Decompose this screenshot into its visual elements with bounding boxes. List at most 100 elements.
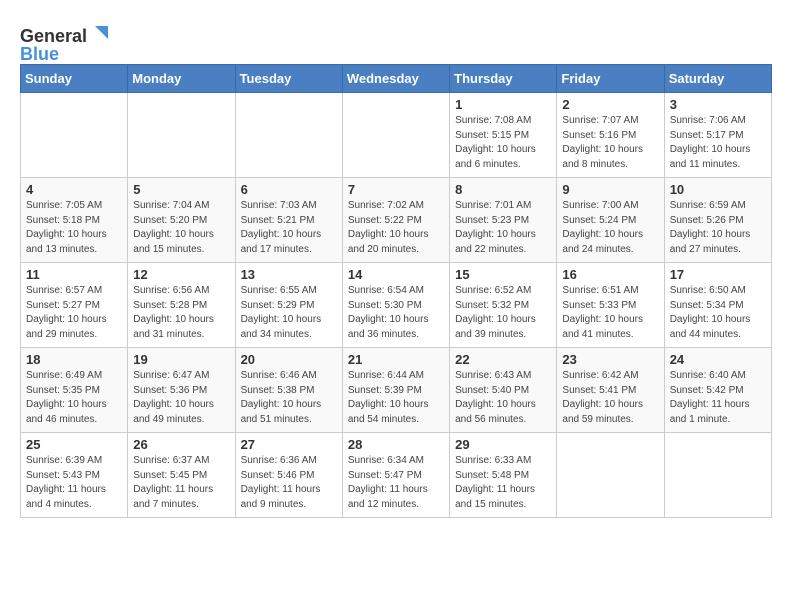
- calendar-cell: [342, 93, 449, 178]
- calendar-cell: 1 Sunrise: 7:08 AM Sunset: 5:15 PM Daylig…: [450, 93, 557, 178]
- day-number: 4: [26, 182, 122, 197]
- calendar-cell: 19 Sunrise: 6:47 AM Sunset: 5:36 PM Dayli…: [128, 348, 235, 433]
- calendar-cell: 16 Sunrise: 6:51 AM Sunset: 5:33 PM Dayli…: [557, 263, 664, 348]
- header-day-friday: Friday: [557, 65, 664, 93]
- calendar-cell: 3 Sunrise: 7:06 AM Sunset: 5:17 PM Daylig…: [664, 93, 771, 178]
- day-info: Sunrise: 6:37 AM Sunset: 5:45 PM Dayligh…: [133, 454, 229, 512]
- day-number: 25: [26, 437, 122, 452]
- day-number: 8: [455, 182, 551, 197]
- calendar-cell: [128, 93, 235, 178]
- day-number: 2: [562, 97, 658, 112]
- day-number: 21: [348, 352, 444, 367]
- header-day-monday: Monday: [128, 65, 235, 93]
- day-info: Sunrise: 6:51 AM Sunset: 5:33 PM Dayligh…: [562, 284, 658, 342]
- day-info: Sunrise: 6:52 AM Sunset: 5:32 PM Dayligh…: [455, 284, 551, 342]
- day-info: Sunrise: 6:42 AM Sunset: 5:41 PM Dayligh…: [562, 369, 658, 427]
- day-info: Sunrise: 6:44 AM Sunset: 5:39 PM Dayligh…: [348, 369, 444, 427]
- header-day-saturday: Saturday: [664, 65, 771, 93]
- day-info: Sunrise: 6:40 AM Sunset: 5:42 PM Dayligh…: [670, 369, 766, 427]
- day-info: Sunrise: 6:55 AM Sunset: 5:29 PM Dayligh…: [241, 284, 337, 342]
- day-info: Sunrise: 7:06 AM Sunset: 5:17 PM Dayligh…: [670, 114, 766, 172]
- day-info: Sunrise: 6:57 AM Sunset: 5:27 PM Dayligh…: [26, 284, 122, 342]
- calendar-cell: 7 Sunrise: 7:02 AM Sunset: 5:22 PM Daylig…: [342, 178, 449, 263]
- calendar-cell: 25 Sunrise: 6:39 AM Sunset: 5:43 PM Dayli…: [21, 433, 128, 518]
- calendar-cell: 27 Sunrise: 6:36 AM Sunset: 5:46 PM Dayli…: [235, 433, 342, 518]
- calendar-cell: 9 Sunrise: 7:00 AM Sunset: 5:24 PM Daylig…: [557, 178, 664, 263]
- day-number: 7: [348, 182, 444, 197]
- day-info: Sunrise: 7:04 AM Sunset: 5:20 PM Dayligh…: [133, 199, 229, 257]
- calendar-cell: 15 Sunrise: 6:52 AM Sunset: 5:32 PM Dayli…: [450, 263, 557, 348]
- calendar-cell: 26 Sunrise: 6:37 AM Sunset: 5:45 PM Dayli…: [128, 433, 235, 518]
- logo: GeneralBlue: [20, 24, 110, 64]
- day-number: 5: [133, 182, 229, 197]
- day-info: Sunrise: 6:47 AM Sunset: 5:36 PM Dayligh…: [133, 369, 229, 427]
- day-info: Sunrise: 6:59 AM Sunset: 5:26 PM Dayligh…: [670, 199, 766, 257]
- day-number: 18: [26, 352, 122, 367]
- day-number: 16: [562, 267, 658, 282]
- calendar-cell: 21 Sunrise: 6:44 AM Sunset: 5:39 PM Dayli…: [342, 348, 449, 433]
- calendar-cell: 17Sunrise: 6:50 AM Sunset: 5:34 PM Dayli…: [664, 263, 771, 348]
- day-number: 11: [26, 267, 122, 282]
- calendar-cell: 2 Sunrise: 7:07 AM Sunset: 5:16 PM Daylig…: [557, 93, 664, 178]
- day-number: 6: [241, 182, 337, 197]
- day-number: 14: [348, 267, 444, 282]
- calendar-cell: 6 Sunrise: 7:03 AM Sunset: 5:21 PM Daylig…: [235, 178, 342, 263]
- calendar-cell: 4 Sunrise: 7:05 AM Sunset: 5:18 PM Daylig…: [21, 178, 128, 263]
- svg-text:General: General: [20, 26, 87, 46]
- calendar-cell: 24 Sunrise: 6:40 AM Sunset: 5:42 PM Dayli…: [664, 348, 771, 433]
- day-info: Sunrise: 6:43 AM Sunset: 5:40 PM Dayligh…: [455, 369, 551, 427]
- day-number: 19: [133, 352, 229, 367]
- calendar-cell: 28 Sunrise: 6:34 AM Sunset: 5:47 PM Dayli…: [342, 433, 449, 518]
- day-info: Sunrise: 7:08 AM Sunset: 5:15 PM Dayligh…: [455, 114, 551, 172]
- day-info: Sunrise: 7:01 AM Sunset: 5:23 PM Dayligh…: [455, 199, 551, 257]
- day-number: 15: [455, 267, 551, 282]
- calendar-cell: 10Sunrise: 6:59 AM Sunset: 5:26 PM Dayli…: [664, 178, 771, 263]
- page-header: GeneralBlue: [20, 24, 772, 64]
- day-number: 27: [241, 437, 337, 452]
- calendar-cell: 29Sunrise: 6:33 AM Sunset: 5:48 PM Dayli…: [450, 433, 557, 518]
- header-day-wednesday: Wednesday: [342, 65, 449, 93]
- calendar-week-row: 4 Sunrise: 7:05 AM Sunset: 5:18 PM Daylig…: [21, 178, 772, 263]
- calendar-cell: [664, 433, 771, 518]
- day-number: 28: [348, 437, 444, 452]
- calendar-cell: 11 Sunrise: 6:57 AM Sunset: 5:27 PM Dayli…: [21, 263, 128, 348]
- day-info: Sunrise: 6:54 AM Sunset: 5:30 PM Dayligh…: [348, 284, 444, 342]
- logo-icon: GeneralBlue: [20, 24, 110, 64]
- calendar-cell: 8 Sunrise: 7:01 AM Sunset: 5:23 PM Daylig…: [450, 178, 557, 263]
- day-info: Sunrise: 7:05 AM Sunset: 5:18 PM Dayligh…: [26, 199, 122, 257]
- calendar-cell: [235, 93, 342, 178]
- calendar-week-row: 25 Sunrise: 6:39 AM Sunset: 5:43 PM Dayli…: [21, 433, 772, 518]
- day-number: 20: [241, 352, 337, 367]
- day-number: 9: [562, 182, 658, 197]
- day-number: 12: [133, 267, 229, 282]
- calendar-cell: 23 Sunrise: 6:42 AM Sunset: 5:41 PM Dayli…: [557, 348, 664, 433]
- day-info: Sunrise: 7:00 AM Sunset: 5:24 PM Dayligh…: [562, 199, 658, 257]
- header-day-tuesday: Tuesday: [235, 65, 342, 93]
- svg-text:Blue: Blue: [20, 44, 59, 64]
- calendar-cell: 14 Sunrise: 6:54 AM Sunset: 5:30 PM Dayli…: [342, 263, 449, 348]
- day-info: Sunrise: 7:03 AM Sunset: 5:21 PM Dayligh…: [241, 199, 337, 257]
- calendar-table: SundayMondayTuesdayWednesdayThursdayFrid…: [20, 64, 772, 518]
- day-number: 29: [455, 437, 551, 452]
- day-info: Sunrise: 6:49 AM Sunset: 5:35 PM Dayligh…: [26, 369, 122, 427]
- calendar-week-row: 1 Sunrise: 7:08 AM Sunset: 5:15 PM Daylig…: [21, 93, 772, 178]
- day-number: 13: [241, 267, 337, 282]
- day-number: 22: [455, 352, 551, 367]
- day-info: Sunrise: 6:46 AM Sunset: 5:38 PM Dayligh…: [241, 369, 337, 427]
- day-number: 24: [670, 352, 766, 367]
- calendar-cell: 13 Sunrise: 6:55 AM Sunset: 5:29 PM Dayli…: [235, 263, 342, 348]
- calendar-header-row: SundayMondayTuesdayWednesdayThursdayFrid…: [21, 65, 772, 93]
- day-info: Sunrise: 6:39 AM Sunset: 5:43 PM Dayligh…: [26, 454, 122, 512]
- day-info: Sunrise: 6:50 AM Sunset: 5:34 PM Dayligh…: [670, 284, 766, 342]
- header-day-thursday: Thursday: [450, 65, 557, 93]
- day-number: 1: [455, 97, 551, 112]
- day-info: Sunrise: 7:02 AM Sunset: 5:22 PM Dayligh…: [348, 199, 444, 257]
- day-info: Sunrise: 6:34 AM Sunset: 5:47 PM Dayligh…: [348, 454, 444, 512]
- day-number: 26: [133, 437, 229, 452]
- calendar-cell: 18 Sunrise: 6:49 AM Sunset: 5:35 PM Dayli…: [21, 348, 128, 433]
- day-info: Sunrise: 7:07 AM Sunset: 5:16 PM Dayligh…: [562, 114, 658, 172]
- day-info: Sunrise: 6:36 AM Sunset: 5:46 PM Dayligh…: [241, 454, 337, 512]
- day-info: Sunrise: 6:56 AM Sunset: 5:28 PM Dayligh…: [133, 284, 229, 342]
- day-number: 3: [670, 97, 766, 112]
- day-number: 23: [562, 352, 658, 367]
